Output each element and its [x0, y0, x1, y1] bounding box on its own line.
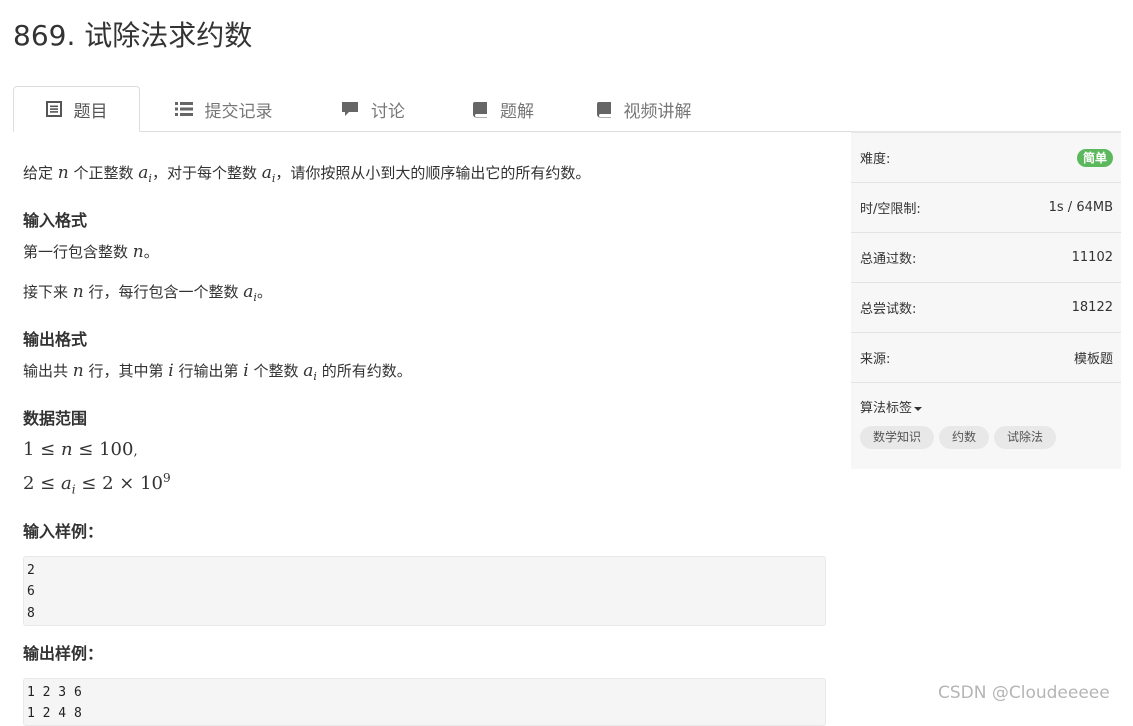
difficulty-label: 难度: [860, 152, 891, 167]
problem-content: 给定 n 个正整数 ai，对于每个整数 ai，请你按照从小到大的顺序输出它的所有… [23, 150, 826, 726]
tab-discussion[interactable]: 讨论 [323, 86, 423, 132]
limit-value: 1s / 64MB [1048, 200, 1113, 215]
bullet-list-icon [174, 102, 193, 116]
sample-input-heading: 输入样例： [23, 521, 104, 541]
tab-problem[interactable]: 题目 [13, 86, 140, 132]
output-format-line: 输出共 n 行，其中第 i 行输出第 i 个整数 ai 的所有约数。 [23, 361, 412, 383]
problem-tabs: 题目 提交记录 讨论 题解 视频讲解 [13, 86, 1121, 132]
tags-dropdown-toggle[interactable]: 算法标签 [860, 397, 1112, 416]
tag-divisor[interactable]: 约数 [939, 426, 990, 449]
data-range-line: 2 ≤ ai ≤ 2 × 109 [23, 471, 171, 497]
input-format-heading: 输入格式 [23, 211, 88, 230]
sample-input-block: 2 6 8 [23, 555, 826, 626]
difficulty-badge: 简单 [1076, 148, 1113, 167]
input-format-line: 接下来 n 行，每行包含一个整数 ai。 [23, 282, 272, 304]
input-format-line: 第一行包含整数 n。 [23, 242, 159, 262]
tags-label: 算法标签 [860, 401, 913, 416]
book-icon [596, 101, 611, 117]
caret-down-icon [914, 406, 923, 411]
tab-submissions[interactable]: 提交记录 [161, 86, 286, 132]
algorithm-tags: 算法标签 数学知识 约数 试除法 [851, 383, 1121, 469]
sample-output-heading: 输出样例： [23, 643, 104, 663]
data-range-heading: 数据范围 [23, 409, 88, 428]
tab-label: 题目 [73, 101, 108, 122]
tab-label: 提交记录 [204, 101, 273, 122]
tag-list: 数学知识 约数 试除法 [860, 426, 1112, 449]
output-format-heading: 输出格式 [23, 330, 88, 349]
limit-row: 时/空限制: 1s / 64MB [851, 183, 1121, 233]
limit-label: 时/空限制: [860, 202, 921, 217]
passed-label: 总通过数: [860, 252, 917, 267]
tab-video[interactable]: 视频讲解 [581, 86, 706, 132]
source-label: 来源: [860, 352, 891, 367]
watermark: CSDN @Cloudeeeee [938, 683, 1110, 703]
page-title: 869. 试除法求约数 [13, 19, 253, 52]
description-paragraph: 给定 n 个正整数 ai，对于每个整数 ai，请你按照从小到大的顺序输出它的所有… [23, 163, 591, 185]
tab-label: 讨论 [371, 101, 405, 122]
tag-math[interactable]: 数学知识 [860, 426, 935, 449]
data-range-line: 1 ≤ n ≤ 100, [23, 439, 138, 460]
tag-trial-division[interactable]: 试除法 [994, 426, 1057, 449]
problem-info-sidebar: 难度: 简单 时/空限制: 1s / 64MB 总通过数: 11102 总尝试数… [851, 131, 1121, 469]
source-value: 模板题 [1073, 352, 1113, 367]
comment-icon [342, 102, 358, 116]
attempts-label: 总尝试数: [860, 302, 917, 317]
sample-output-block: 1 2 3 6 1 2 4 8 [23, 677, 826, 726]
book-icon [473, 101, 487, 117]
passed-value: 11102 [1071, 250, 1113, 265]
tab-solutions[interactable]: 题解 [453, 86, 553, 132]
attempts-row: 总尝试数: 18122 [851, 283, 1121, 333]
difficulty-row: 难度: 简单 [851, 133, 1121, 183]
attempts-value: 18122 [1071, 300, 1113, 315]
tab-label: 题解 [500, 101, 534, 122]
tab-label: 视频讲解 [623, 101, 692, 122]
passed-row: 总通过数: 11102 [851, 233, 1121, 283]
source-row: 来源: 模板题 [851, 333, 1121, 383]
list-icon [45, 101, 62, 117]
